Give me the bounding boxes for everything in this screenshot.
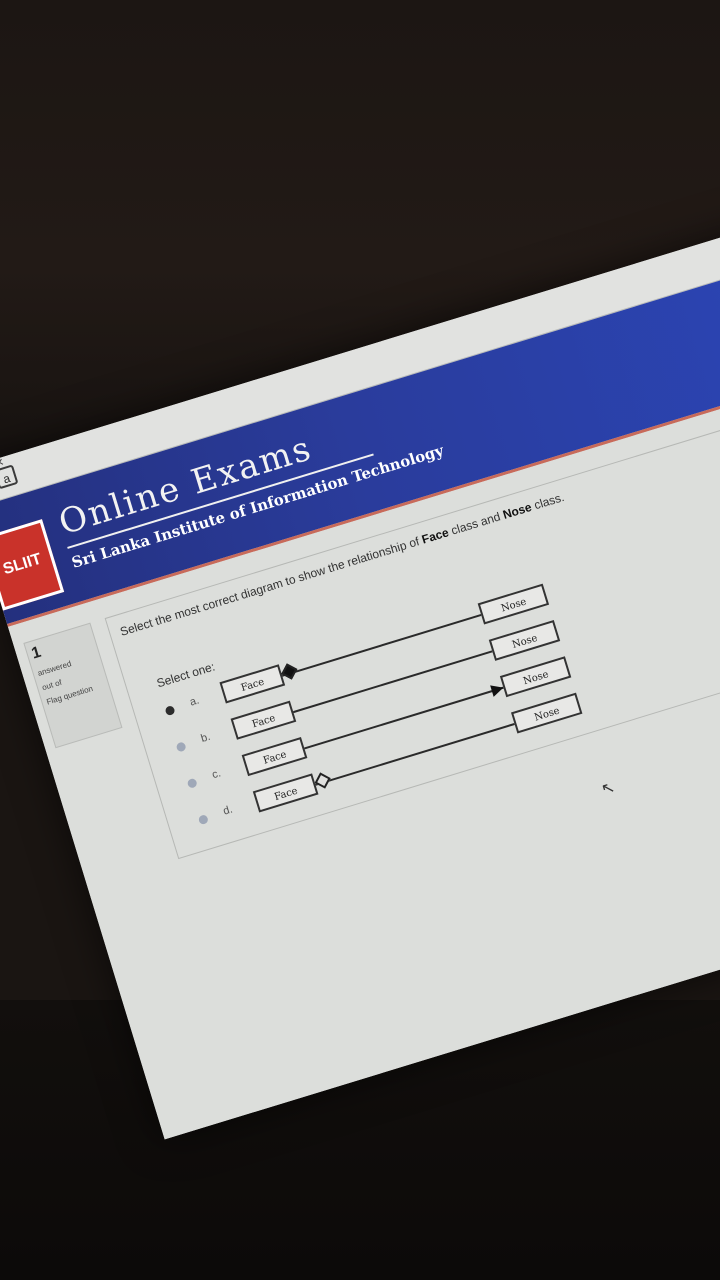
aggregation-diamond-icon xyxy=(314,772,331,789)
question-info-panel: 1 answered out of Flag question xyxy=(23,622,123,749)
radio-button[interactable] xyxy=(175,741,187,753)
radio-button[interactable] xyxy=(197,814,209,826)
radio-button-selected[interactable] xyxy=(164,704,176,717)
option-letter: a. xyxy=(188,694,201,709)
radio-button[interactable] xyxy=(186,777,198,789)
question-class-nose: Nose xyxy=(501,499,534,522)
nose-class-box: Nose xyxy=(477,583,550,625)
sliit-logo: SLIIT xyxy=(0,519,65,611)
option-letter: d. xyxy=(221,803,235,818)
app-icon[interactable]: a xyxy=(0,464,19,490)
question-text-middle: class and xyxy=(446,508,506,539)
question-class-face: Face xyxy=(420,525,451,547)
option-letter: b. xyxy=(199,730,212,745)
option-letter: c. xyxy=(210,767,223,782)
face-class-box: Face xyxy=(219,664,286,704)
composition-diamond-icon xyxy=(281,663,298,680)
question-text-suffix: class. xyxy=(529,489,566,514)
mouse-pointer-icon: ↖ xyxy=(599,778,618,799)
